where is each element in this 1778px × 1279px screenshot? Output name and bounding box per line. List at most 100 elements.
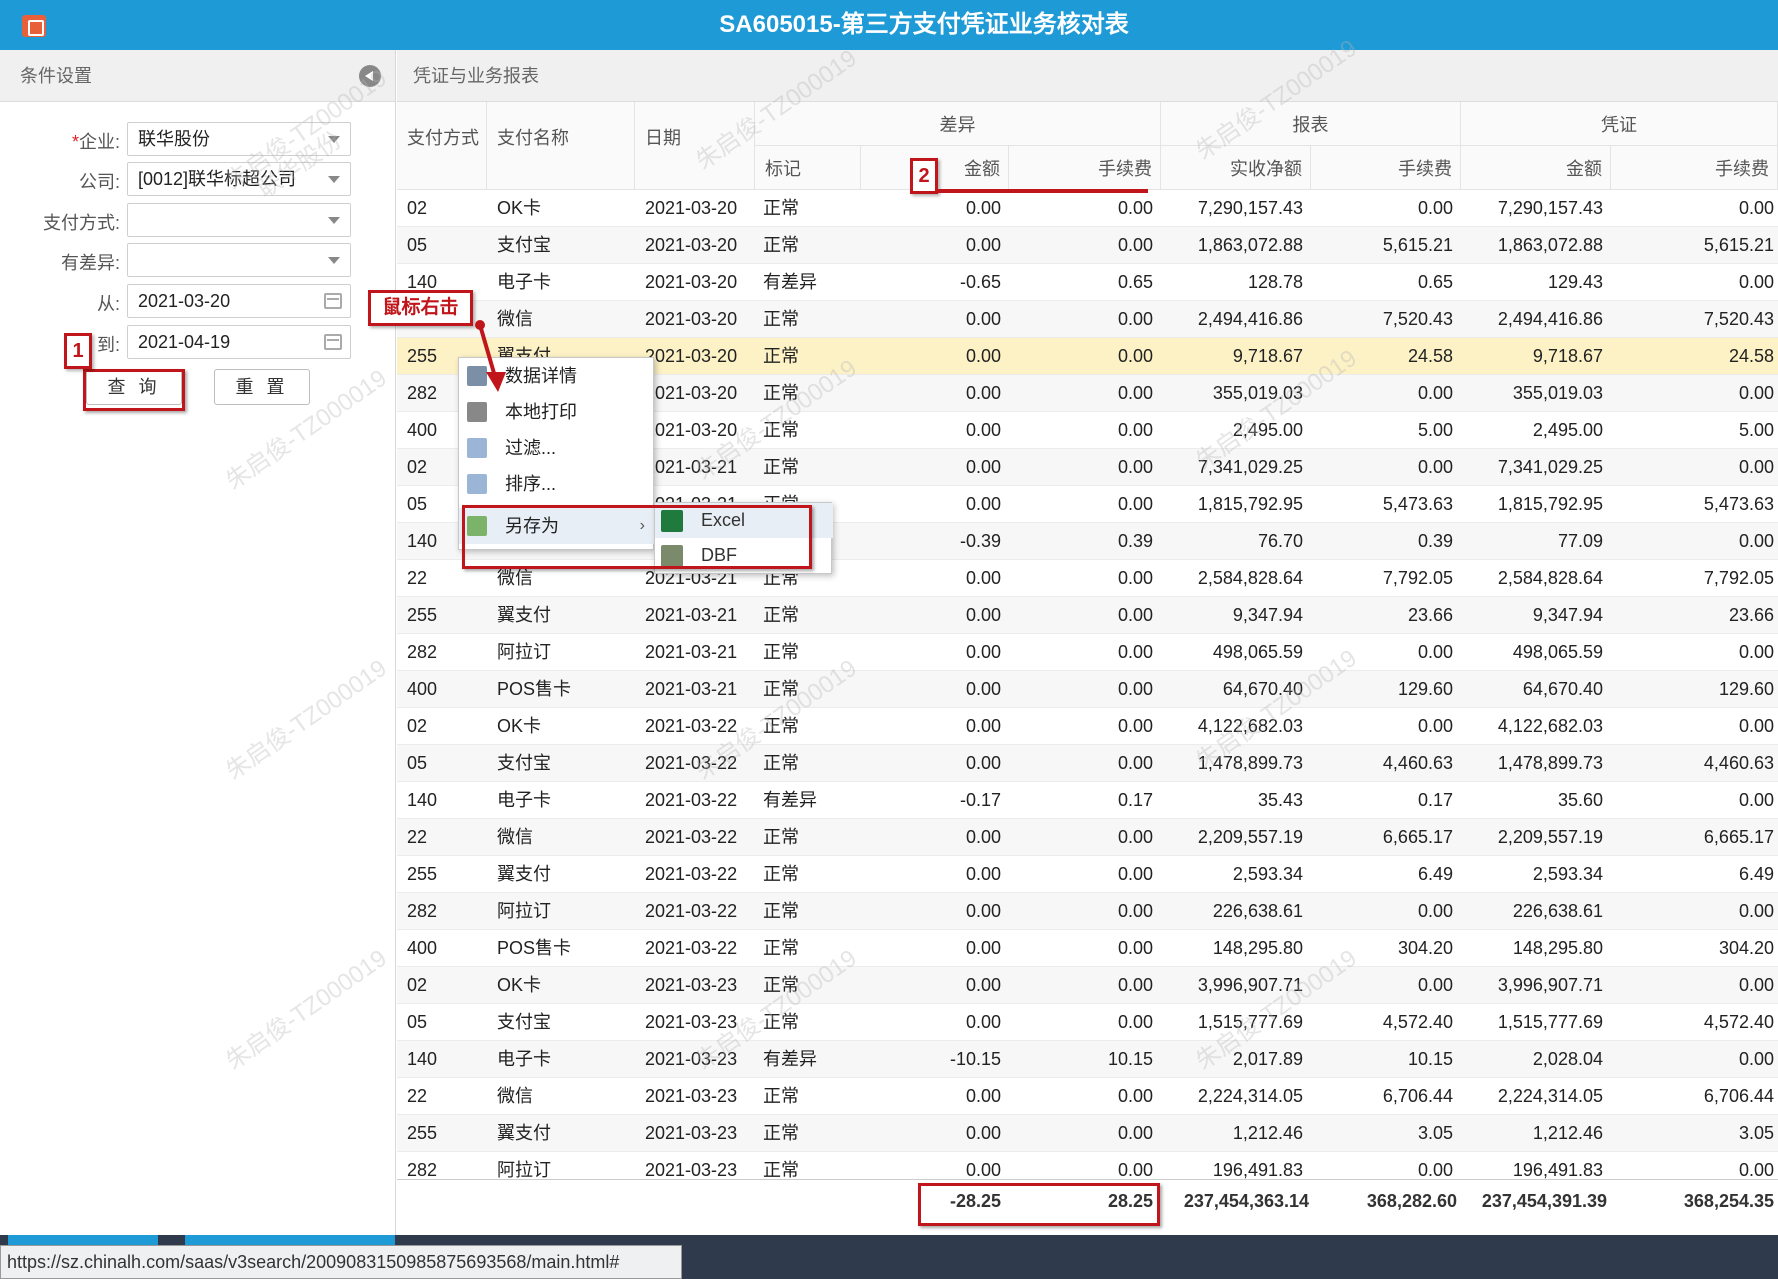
cell-pay-method: 02 xyxy=(407,198,428,218)
underline-mark xyxy=(938,189,1148,193)
table-row[interactable]: 282 阿拉订 2021-03-22 正常 0.00 0.00 226,638.61 0.00… xyxy=(397,893,1778,930)
table-row[interactable]: 400 POS售卡 2021-03-22 正常 0.00 0.00 148,295.80 30… xyxy=(397,930,1778,967)
cell-voucher-fee: 6,665.17 xyxy=(1703,827,1774,847)
cell-diff-amount: 0.00 xyxy=(965,753,1001,773)
cell-report-fee: 6.49 xyxy=(1417,864,1453,884)
cell-diff-fee: 0.00 xyxy=(1117,420,1153,440)
cell-diff-amount: 0.00 xyxy=(965,827,1001,847)
table-row[interactable]: 05 支付宝 2021-03-23 正常 0.00 0.00 1,515,777.69 4,5… xyxy=(397,1004,1778,1041)
company-select[interactable]: [0012]联华标超公司 xyxy=(127,162,351,196)
col-header-voucher-amount[interactable]: 金额 xyxy=(1461,146,1611,190)
calendar-icon[interactable] xyxy=(324,334,342,350)
cell-report-fee: 3.05 xyxy=(1417,1123,1453,1143)
printer-icon xyxy=(467,402,487,422)
chevron-down-icon xyxy=(328,257,340,264)
cell-report-fee: 0.00 xyxy=(1417,716,1453,736)
cell-mark: 正常 xyxy=(763,753,799,773)
cell-voucher-fee: 0.00 xyxy=(1738,531,1774,551)
table-row[interactable]: 255 翼支付 2021-03-23 正常 0.00 0.00 1,212.46 3.05 1,… xyxy=(397,1115,1778,1152)
cell-date: 2021-03-23 xyxy=(645,1123,738,1143)
date-to-input[interactable]: 2021-04-19 xyxy=(127,325,351,359)
cell-pay-name: 电子卡 xyxy=(497,1049,551,1069)
cell-pay-name: 电子卡 xyxy=(497,272,551,292)
calendar-icon[interactable] xyxy=(324,293,342,309)
cell-pay-method: 282 xyxy=(407,901,438,921)
cell-diff-fee: 0.00 xyxy=(1117,1123,1153,1143)
col-header-pay-method[interactable]: 支付方式 xyxy=(397,102,487,190)
table-row[interactable]: 255 翼支付 2021-03-22 正常 0.00 0.00 2,593.34 6.49 2,… xyxy=(397,856,1778,893)
cell-report-net: 1,515,777.69 xyxy=(1197,1012,1303,1032)
col-header-diff-fee[interactable]: 手续费 xyxy=(1009,146,1161,190)
cell-date: 2021-03-21 xyxy=(645,605,738,625)
table-row[interactable]: 02 OK卡 2021-03-23 正常 0.00 0.00 3,996,907.71 0.0… xyxy=(397,967,1778,1004)
cell-pay-method: 140 xyxy=(407,1049,438,1069)
table-row[interactable]: 140 电子卡 2021-03-23 有差异 -10.15 10.15 2,017.89 10… xyxy=(397,1041,1778,1078)
table-row[interactable]: 22微信2021-03-20正常0.000.002,494,416.867,52… xyxy=(397,301,1778,338)
cell-diff-fee: 0.00 xyxy=(1117,494,1153,514)
cell-voucher-fee: 5.00 xyxy=(1738,420,1774,440)
col-header-report-net[interactable]: 实收净额 xyxy=(1161,146,1311,190)
cell-pay-name: 微信 xyxy=(497,1086,533,1106)
report-panel-title: 凭证与业务报表 xyxy=(413,66,539,86)
cell-pay-name: OK卡 xyxy=(497,975,542,995)
cell-pay-name: POS售卡 xyxy=(497,679,572,699)
table-row[interactable]: 255 翼支付 2021-03-21 正常 0.00 0.00 9,347.94 23.66 9… xyxy=(397,597,1778,634)
task-tab[interactable] xyxy=(185,1235,395,1245)
cell-pay-method: 02 xyxy=(407,716,428,736)
table-row[interactable]: 02 OK卡 2021-03-22 正常 0.00 0.00 4,122,682.03 0.0… xyxy=(397,708,1778,745)
cell-report-net: 2,584,828.64 xyxy=(1197,568,1303,588)
pay-method-select[interactable] xyxy=(127,203,351,237)
condition-panel-title: 条件设置 xyxy=(20,66,92,86)
cell-report-net: 2,495.00 xyxy=(1232,420,1303,440)
col-header-pay-name[interactable]: 支付名称 xyxy=(487,102,635,190)
chevron-down-icon xyxy=(328,176,340,183)
col-header-voucher-fee[interactable]: 手续费 xyxy=(1611,146,1778,190)
collapse-panel-icon[interactable] xyxy=(359,65,381,87)
reset-button[interactable]: 重 置 xyxy=(214,369,310,405)
col-group-diff: 差异 xyxy=(755,102,1161,146)
arrow-icon xyxy=(475,320,506,392)
cell-voucher-fee: 7,520.43 xyxy=(1703,309,1774,329)
cell-voucher-amount: 1,515,777.69 xyxy=(1497,1012,1603,1032)
cell-mark: 正常 xyxy=(763,938,799,958)
cell-voucher-amount: 35.60 xyxy=(1557,790,1603,810)
cell-date: 2021-03-23 xyxy=(645,1012,738,1032)
cell-diff-fee: 0.00 xyxy=(1117,235,1153,255)
cell-voucher-amount: 9,347.94 xyxy=(1532,605,1603,625)
cell-date: 2021-03-23 xyxy=(645,975,738,995)
cell-mark: 正常 xyxy=(763,679,799,699)
cell-report-fee: 0.39 xyxy=(1417,531,1453,551)
cell-report-net: 2,209,557.19 xyxy=(1197,827,1303,847)
cell-voucher-fee: 129.60 xyxy=(1718,679,1774,699)
col-header-report-fee[interactable]: 手续费 xyxy=(1311,146,1461,190)
table-row[interactable]: 05 支付宝 2021-03-20 正常 0.00 0.00 1,863,072.88 5,6… xyxy=(397,227,1778,264)
col-header-mark[interactable]: 标记 xyxy=(755,146,861,190)
table-row[interactable]: 05 支付宝 2021-03-22 正常 0.00 0.00 1,478,899.73 4,4… xyxy=(397,745,1778,782)
date-from-input[interactable]: 2021-03-20 xyxy=(127,284,351,318)
cell-report-fee: 10.15 xyxy=(1407,1049,1453,1069)
cell-mark: 正常 xyxy=(763,346,799,366)
menu-item-filter[interactable]: 过滤... xyxy=(459,430,655,466)
table-row[interactable]: 22 微信 2021-03-22 正常 0.00 0.00 2,209,557.19 6,66… xyxy=(397,819,1778,856)
cell-report-net: 355,019.03 xyxy=(1212,383,1303,403)
cell-date: 2021-03-21 xyxy=(645,679,738,699)
cell-report-net: 9,718.67 xyxy=(1232,346,1303,366)
cell-diff-amount: 0.00 xyxy=(965,235,1001,255)
table-row[interactable]: 140 电子卡 2021-03-20 有差异 -0.65 0.65 128.78 0.65 12… xyxy=(397,264,1778,301)
table-row[interactable]: 400 POS售卡 2021-03-21 正常 0.00 0.00 64,670.40 129… xyxy=(397,671,1778,708)
cell-report-net: 1,478,899.73 xyxy=(1197,753,1303,773)
cell-voucher-amount: 7,290,157.43 xyxy=(1497,198,1603,218)
enterprise-select[interactable]: 联华股份 xyxy=(127,122,351,156)
has-diff-select[interactable] xyxy=(127,243,351,277)
total-voucher-amount: 237,454,391.39 xyxy=(1481,1191,1607,1211)
cell-pay-name: 支付宝 xyxy=(497,235,551,255)
col-header-date[interactable]: 日期 xyxy=(635,102,755,190)
table-row[interactable]: 22 微信 2021-03-23 正常 0.00 0.00 2,224,314.05 6,70… xyxy=(397,1078,1778,1115)
cell-diff-fee: 0.00 xyxy=(1117,827,1153,847)
table-row[interactable]: 140 电子卡 2021-03-22 有差异 -0.17 0.17 35.43 0.17 35.… xyxy=(397,782,1778,819)
filter-icon xyxy=(467,438,487,458)
table-row[interactable]: 282 阿拉订 2021-03-21 正常 0.00 0.00 498,065.59 0.00… xyxy=(397,634,1778,671)
task-tab[interactable] xyxy=(8,1235,158,1245)
cell-voucher-amount: 3,996,907.71 xyxy=(1497,975,1603,995)
menu-item-sort[interactable]: 排序... xyxy=(459,466,655,502)
